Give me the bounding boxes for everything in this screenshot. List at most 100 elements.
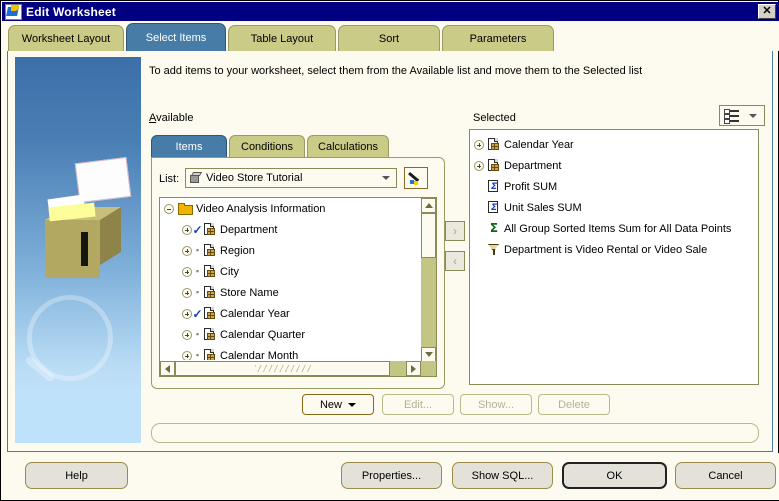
list-label: List: bbox=[159, 173, 180, 185]
expander-icon[interactable] bbox=[182, 287, 192, 298]
item-icon bbox=[203, 307, 217, 320]
title-bar: Edit Worksheet ✕ bbox=[2, 2, 779, 21]
expander-icon[interactable] bbox=[474, 139, 484, 150]
expander-icon[interactable] bbox=[182, 266, 192, 277]
expander-icon[interactable] bbox=[182, 308, 192, 319]
chevron-down-icon bbox=[749, 113, 757, 118]
status-field bbox=[151, 423, 759, 443]
tree-row[interactable]: ▪ City bbox=[160, 261, 408, 282]
scroll-up-button[interactable] bbox=[421, 198, 436, 213]
view-mode-button[interactable] bbox=[719, 105, 765, 126]
selected-row[interactable]: Calendar Year bbox=[474, 134, 758, 155]
show-sql-button[interactable]: Show SQL... bbox=[452, 462, 553, 489]
selected-row-label: Unit Sales SUM bbox=[504, 201, 582, 214]
scroll-thumb[interactable] bbox=[421, 213, 436, 258]
tree-row-label: Calendar Month bbox=[220, 349, 299, 361]
tab-select-items[interactable]: Select Items bbox=[126, 23, 226, 51]
item-icon bbox=[487, 138, 501, 151]
bullet-icon: ▪ bbox=[195, 329, 200, 339]
tab-parameters[interactable]: Parameters bbox=[442, 25, 554, 51]
show-button[interactable]: Show... bbox=[460, 394, 532, 415]
tree-row[interactable]: ▪ Calendar Month bbox=[160, 345, 408, 360]
tree-row-label: Calendar Year bbox=[220, 307, 290, 320]
selected-label: Selected bbox=[473, 112, 516, 124]
tree-row[interactable]: ▪ Store Name bbox=[160, 282, 408, 303]
expander-icon[interactable] bbox=[182, 350, 192, 360]
delete-button[interactable]: Delete bbox=[538, 394, 610, 415]
tree-row-label: Store Name bbox=[220, 286, 279, 299]
help-button[interactable]: Help bbox=[25, 462, 128, 489]
selected-row[interactable]: Σ All Group Sorted Items Sum for All Dat… bbox=[474, 218, 758, 239]
expander-icon[interactable] bbox=[474, 160, 484, 171]
window-title: Edit Worksheet bbox=[26, 4, 116, 19]
tree-row-label: Video Analysis Information bbox=[196, 202, 326, 215]
selected-row[interactable]: Σ Profit SUM bbox=[474, 176, 758, 197]
move-right-button[interactable]: › bbox=[445, 221, 465, 241]
cube-icon bbox=[190, 172, 202, 184]
worksheet-icon bbox=[5, 3, 22, 20]
item-icon bbox=[487, 159, 501, 172]
tree-row[interactable]: ▪ Region bbox=[160, 240, 408, 261]
bullet-icon: ▪ bbox=[195, 245, 200, 255]
item-icon bbox=[203, 265, 217, 278]
selected-row-label: Department bbox=[504, 159, 562, 172]
expander-icon[interactable] bbox=[182, 329, 192, 340]
grip-icon bbox=[254, 365, 311, 372]
item-icon bbox=[203, 349, 217, 360]
scroll-left-button[interactable] bbox=[160, 361, 175, 376]
bullet-icon: ▪ bbox=[195, 350, 200, 360]
inner-tab-items[interactable]: Items bbox=[151, 135, 227, 157]
funnel-icon bbox=[487, 243, 501, 256]
available-vertical-scrollbar[interactable] bbox=[421, 198, 436, 362]
sigma-icon: Σ bbox=[489, 221, 499, 235]
scroll-down-button[interactable] bbox=[421, 347, 436, 362]
tab-strip: Worksheet Layout Select Items Table Layo… bbox=[2, 21, 779, 51]
selected-row[interactable]: Σ Unit Sales SUM bbox=[474, 197, 758, 218]
inner-tab-calculations[interactable]: Calculations bbox=[307, 135, 389, 157]
edit-button[interactable]: Edit... bbox=[382, 394, 454, 415]
tree-row-label: Calendar Quarter bbox=[220, 328, 305, 341]
wand-button[interactable] bbox=[404, 167, 428, 189]
selected-row-label: All Group Sorted Items Sum for All Data … bbox=[504, 222, 732, 235]
item-icon bbox=[203, 286, 217, 299]
list-dropdown[interactable]: Video Store Tutorial bbox=[185, 168, 397, 188]
expander-icon[interactable] bbox=[164, 203, 174, 214]
selected-row[interactable]: Department is Video Rental or Video Sale bbox=[474, 239, 758, 260]
folder-icon bbox=[178, 202, 193, 215]
expander-icon[interactable] bbox=[182, 224, 192, 235]
selected-row[interactable]: Department bbox=[474, 155, 758, 176]
bullet-icon: ▪ bbox=[195, 287, 200, 297]
scroll-right-button[interactable] bbox=[406, 361, 421, 376]
chevron-down-icon bbox=[348, 402, 356, 407]
tab-worksheet-layout[interactable]: Worksheet Layout bbox=[8, 25, 124, 51]
close-icon[interactable]: ✕ bbox=[758, 4, 776, 19]
properties-button[interactable]: Properties... bbox=[341, 462, 442, 489]
item-icon bbox=[203, 328, 217, 341]
inner-tab-conditions[interactable]: Conditions bbox=[229, 135, 305, 157]
check-icon: ✓ bbox=[192, 306, 203, 321]
new-button-label: New bbox=[319, 398, 342, 411]
tree-row[interactable]: ✓ Calendar Year bbox=[160, 303, 408, 324]
edit-worksheet-dialog: Edit Worksheet ✕ Worksheet Layout Select… bbox=[0, 0, 779, 501]
new-button[interactable]: New bbox=[302, 394, 374, 415]
list-dropdown-value: Video Store Tutorial bbox=[206, 172, 303, 184]
instruction-text: To add items to your worksheet, select t… bbox=[149, 65, 643, 77]
cancel-button[interactable]: Cancel bbox=[675, 462, 776, 489]
available-label-rest: vailable bbox=[156, 112, 194, 124]
tree-row-label: City bbox=[220, 265, 239, 278]
tab-table-layout[interactable]: Table Layout bbox=[228, 25, 336, 51]
tree-row[interactable]: ✓ Department bbox=[160, 219, 408, 240]
available-tree[interactable]: Video Analysis Information ✓ Department … bbox=[159, 197, 437, 377]
expander-icon[interactable] bbox=[182, 245, 192, 256]
selected-list[interactable]: Calendar Year Department Σ Profit SUM Σ … bbox=[469, 129, 759, 385]
ok-button[interactable]: OK bbox=[562, 462, 667, 489]
scroll-thumb-horizontal[interactable] bbox=[175, 361, 390, 376]
list-view-icon bbox=[724, 109, 740, 124]
move-left-button[interactable]: ‹ bbox=[445, 251, 465, 271]
tab-sort[interactable]: Sort bbox=[338, 25, 440, 51]
tree-row[interactable]: ▪ Calendar Quarter bbox=[160, 324, 408, 345]
available-horizontal-scrollbar[interactable] bbox=[160, 361, 436, 376]
arrow-down-icon bbox=[424, 352, 433, 357]
arrow-left-icon bbox=[165, 364, 170, 373]
tree-row[interactable]: Video Analysis Information bbox=[160, 198, 408, 219]
